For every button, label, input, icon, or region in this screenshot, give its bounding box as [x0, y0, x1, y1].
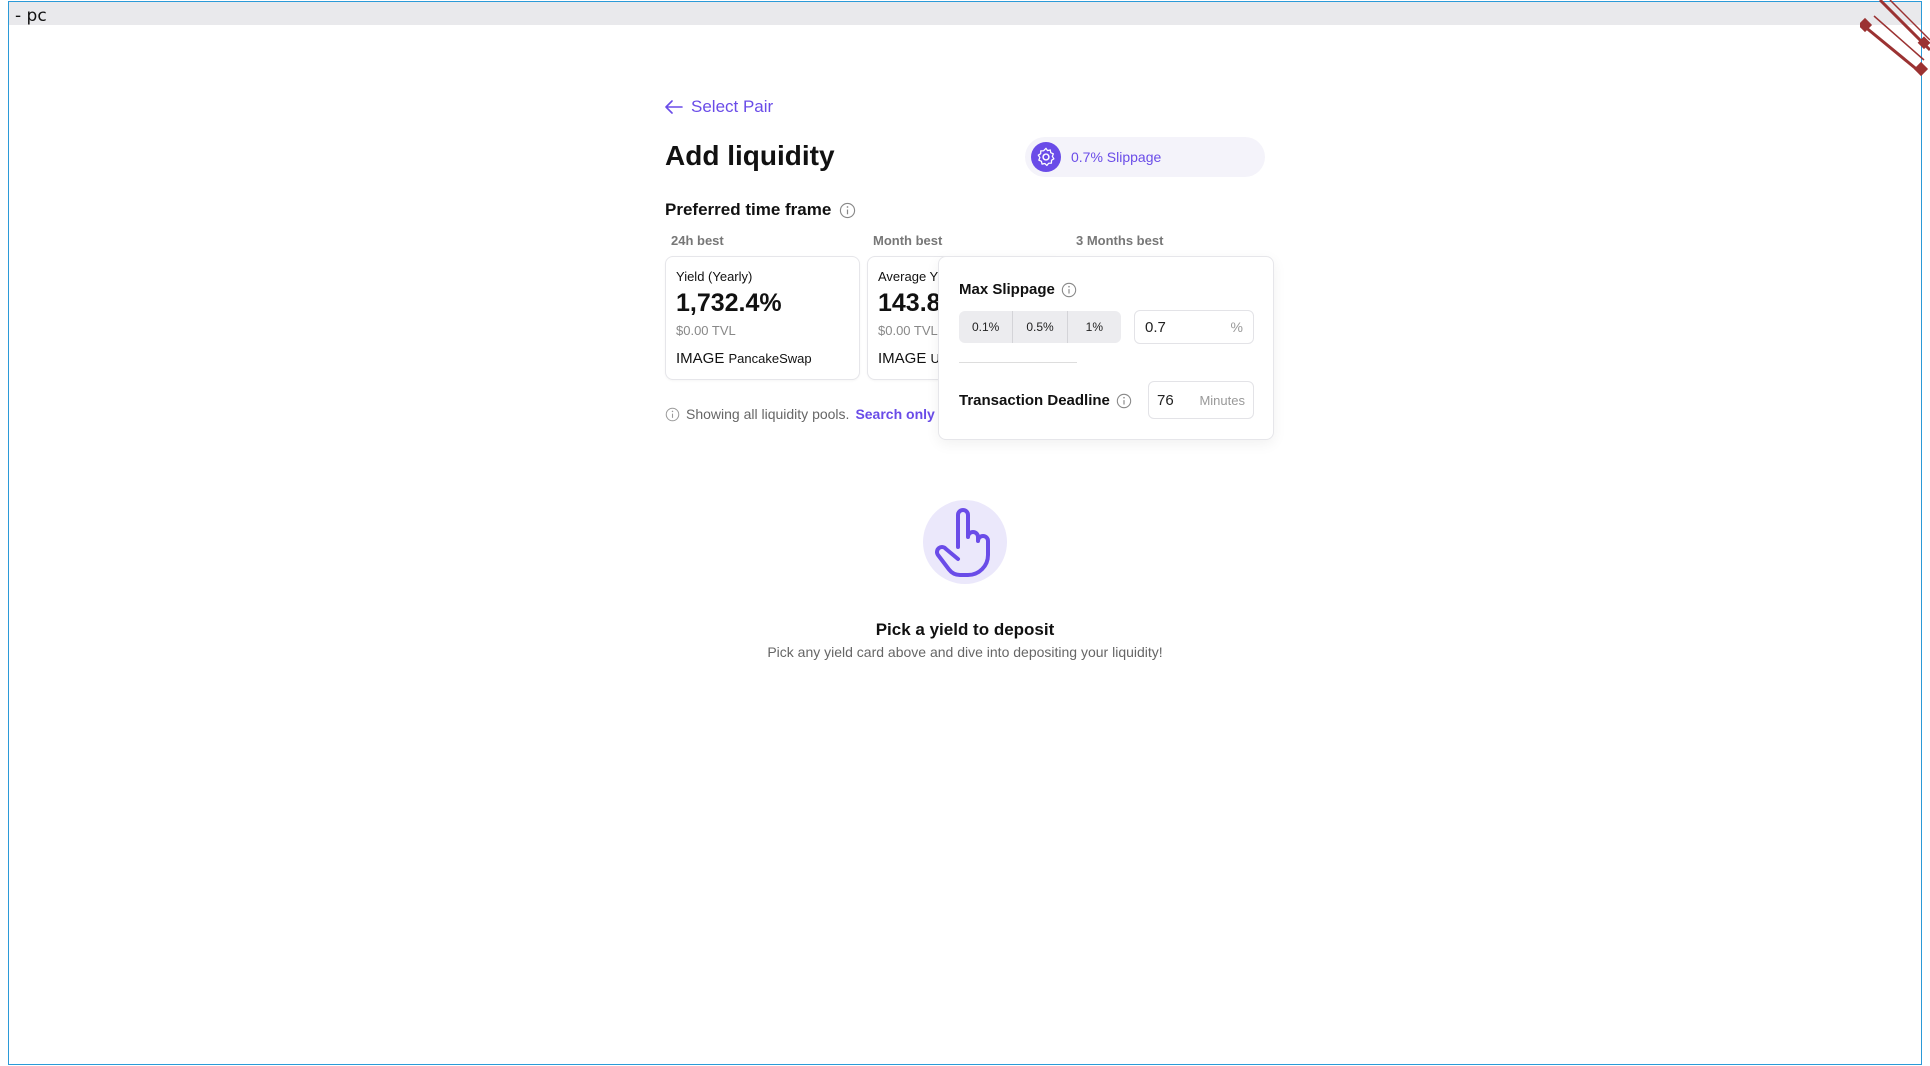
info-icon[interactable] — [1116, 393, 1132, 409]
slippage-unit: % — [1230, 319, 1243, 335]
yield-card-value: 1,732.4% — [676, 289, 782, 317]
page-title: Add liquidity — [665, 140, 835, 171]
corner-decoration-icon — [1860, 0, 1930, 77]
window-titlebar: - pc — [9, 1, 1921, 26]
yield-card-label: Yield (Yearly) — [676, 269, 753, 284]
transaction-deadline-label: Transaction Deadline — [959, 392, 1110, 409]
yield-card-source-name: PancakeSwap — [728, 351, 812, 366]
pointing-hand-icon — [923, 500, 1007, 584]
arrow-left-icon — [665, 100, 683, 114]
yield-card-24h[interactable]: Yield (Yearly) 1,732.4% $0.00 TVL IMAGE … — [665, 256, 860, 380]
timeframe-section-title: Preferred time frame — [665, 200, 856, 220]
pool-filter-info: Showing all liquidity pools. Search only — [665, 406, 935, 422]
slippage-preset-0-1[interactable]: 0.1% — [959, 311, 1014, 343]
tab-3-months-best[interactable]: 3 Months best — [1076, 233, 1163, 248]
empty-state-title: Pick a yield to deposit — [875, 620, 1055, 639]
slippage-input[interactable] — [1145, 318, 1225, 336]
info-icon[interactable] — [1061, 282, 1077, 298]
yield-card-source: IMAGE U — [878, 350, 940, 367]
deadline-unit: Minutes — [1199, 392, 1245, 408]
slippage-preset-0-5[interactable]: 0.5% — [1013, 311, 1068, 343]
yield-card-tvl: $0.00 TVL — [878, 323, 938, 338]
yield-card-tvl: $0.00 TVL — [676, 323, 736, 338]
slippage-settings-popover: Max Slippage 0.1% 0.5% 1% % Transaction … — [938, 256, 1274, 440]
deadline-input[interactable] — [1157, 391, 1187, 409]
info-icon[interactable] — [839, 202, 856, 219]
transaction-deadline-heading: Transaction Deadline — [959, 392, 1132, 409]
yield-card-image-placeholder: IMAGE — [676, 350, 725, 367]
info-icon — [665, 407, 680, 421]
slippage-input-wrapper: % — [1134, 310, 1254, 344]
yield-card-value: 143.8 — [878, 289, 941, 317]
slippage-preset-group: 0.1% 0.5% 1% — [959, 311, 1121, 343]
yield-card-image-placeholder: IMAGE — [878, 350, 927, 367]
slippage-settings-button[interactable]: 0.7% Slippage — [1025, 137, 1265, 177]
deadline-input-wrapper: Minutes — [1148, 381, 1254, 419]
window-title: - pc — [15, 6, 47, 26]
pool-filter-text: Showing all liquidity pools. — [686, 406, 850, 422]
slippage-pill-label: 0.7% Slippage — [1071, 149, 1162, 165]
tab-month-best[interactable]: Month best — [873, 233, 942, 248]
slippage-preset-1[interactable]: 1% — [1068, 311, 1121, 343]
yield-card-source: IMAGE PancakeSwap — [676, 350, 812, 367]
gear-icon — [1031, 142, 1061, 172]
popover-divider — [959, 362, 1077, 363]
timeframe-title: Preferred time frame — [665, 200, 832, 219]
max-slippage-label: Max Slippage — [959, 281, 1055, 298]
back-to-select-pair-link[interactable]: Select Pair — [665, 97, 773, 117]
search-only-link[interactable]: Search only — [855, 406, 934, 422]
back-link-label: Select Pair — [691, 97, 774, 116]
yield-card-label: Average Y — [878, 269, 939, 284]
max-slippage-heading: Max Slippage — [959, 281, 1077, 298]
tab-24h-best[interactable]: 24h best — [671, 233, 724, 248]
empty-state-subtitle: Pick any yield card above and dive into … — [767, 644, 1163, 660]
